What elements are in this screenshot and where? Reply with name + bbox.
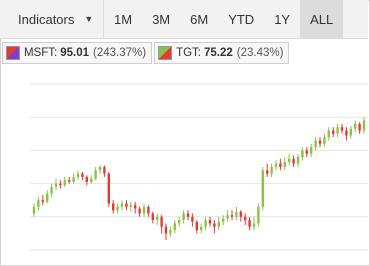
candle (138, 206, 141, 217)
period-selector: 1M 3M 6M YTD 1Y ALL (104, 0, 344, 38)
candle (332, 127, 335, 138)
chart-toolbar: Indicators ▼ 1M 3M 6M YTD 1Y ALL (0, 0, 368, 39)
candle (94, 167, 97, 181)
candle (112, 200, 115, 214)
candle (186, 210, 190, 221)
series-swatch-icon (6, 46, 20, 60)
candle (54, 178, 58, 191)
indicators-label: Indicators (18, 11, 75, 27)
candle (283, 157, 286, 171)
candle (340, 123, 344, 134)
candle (226, 210, 229, 222)
period-button-6m[interactable]: 6M (180, 0, 218, 38)
chevron-down-icon: ▼ (84, 14, 94, 24)
candle (147, 205, 150, 217)
candle (50, 183, 53, 197)
candle (90, 175, 93, 184)
candle (200, 223, 203, 234)
candle (173, 220, 176, 234)
candle (46, 190, 49, 204)
candle (129, 201, 132, 212)
candle (103, 165, 106, 177)
candle (151, 211, 154, 224)
indicators-dropdown[interactable]: Indicators ▼ (0, 0, 104, 38)
candle (107, 171, 110, 207)
candle (336, 123, 339, 138)
candle (345, 127, 348, 141)
candle (72, 173, 75, 184)
candle (323, 133, 326, 148)
legend-value: 95.01 (60, 47, 90, 59)
candle (182, 210, 185, 224)
candle (279, 158, 282, 171)
candle (288, 153, 291, 166)
candle (208, 216, 212, 227)
candle (76, 170, 80, 181)
legend-change: (23.43%) (236, 47, 284, 59)
candle (354, 120, 357, 133)
candle (120, 200, 124, 211)
candle (301, 147, 304, 161)
candle (270, 163, 273, 177)
period-button-ytd[interactable]: YTD (218, 0, 264, 38)
candle (134, 201, 137, 214)
period-button-1m[interactable]: 1M (104, 0, 142, 38)
period-button-3m[interactable]: 3M (142, 0, 180, 38)
candle (244, 213, 247, 226)
candle (358, 122, 361, 134)
legend-item-tgt[interactable]: TGT: 75.22 (23.43%) (154, 42, 290, 64)
candle (98, 165, 102, 174)
candle (204, 216, 207, 231)
period-button-all[interactable]: ALL (300, 0, 344, 38)
candle (292, 155, 295, 167)
candle (59, 180, 62, 189)
series-legend: MSFT: 95.01 (243.37%) TGT: 75.22 (23.43%) (2, 42, 290, 64)
candle (191, 213, 194, 227)
candle (349, 125, 352, 139)
candle (169, 226, 172, 237)
candle (261, 167, 264, 211)
candle (63, 176, 66, 187)
candle (217, 216, 220, 231)
chart-plot (30, 83, 368, 251)
legend-symbol: MSFT: (24, 47, 58, 59)
candle (314, 137, 317, 151)
period-button-1y[interactable]: 1Y (264, 0, 300, 38)
candle (160, 215, 163, 234)
candle (37, 196, 40, 211)
candle (81, 171, 84, 181)
candle (318, 137, 322, 148)
candle (248, 216, 251, 231)
legend-change: (243.37%) (93, 47, 147, 59)
candle (68, 176, 71, 184)
candle (32, 203, 36, 217)
candle (178, 216, 181, 227)
candle (156, 213, 159, 226)
candle (235, 206, 238, 221)
candle (257, 203, 260, 227)
candle (41, 195, 44, 206)
legend-symbol: TGT: (176, 47, 201, 59)
candle (125, 200, 128, 211)
candle (252, 216, 256, 231)
candle (195, 220, 198, 234)
candle (266, 163, 269, 177)
candle (327, 127, 330, 141)
series-swatch-icon (158, 46, 173, 60)
candle (142, 203, 146, 217)
candle (310, 143, 313, 158)
legend-value: 75.22 (204, 47, 233, 59)
legend-item-msft[interactable]: MSFT: 95.01 (243.37%) (2, 42, 153, 64)
candle (305, 147, 308, 158)
candle (296, 153, 300, 167)
candle (362, 117, 366, 134)
candle (213, 220, 216, 234)
candle (230, 210, 234, 221)
candle (239, 210, 242, 222)
candle (164, 223, 168, 241)
candle (274, 160, 278, 171)
candle (116, 203, 119, 214)
